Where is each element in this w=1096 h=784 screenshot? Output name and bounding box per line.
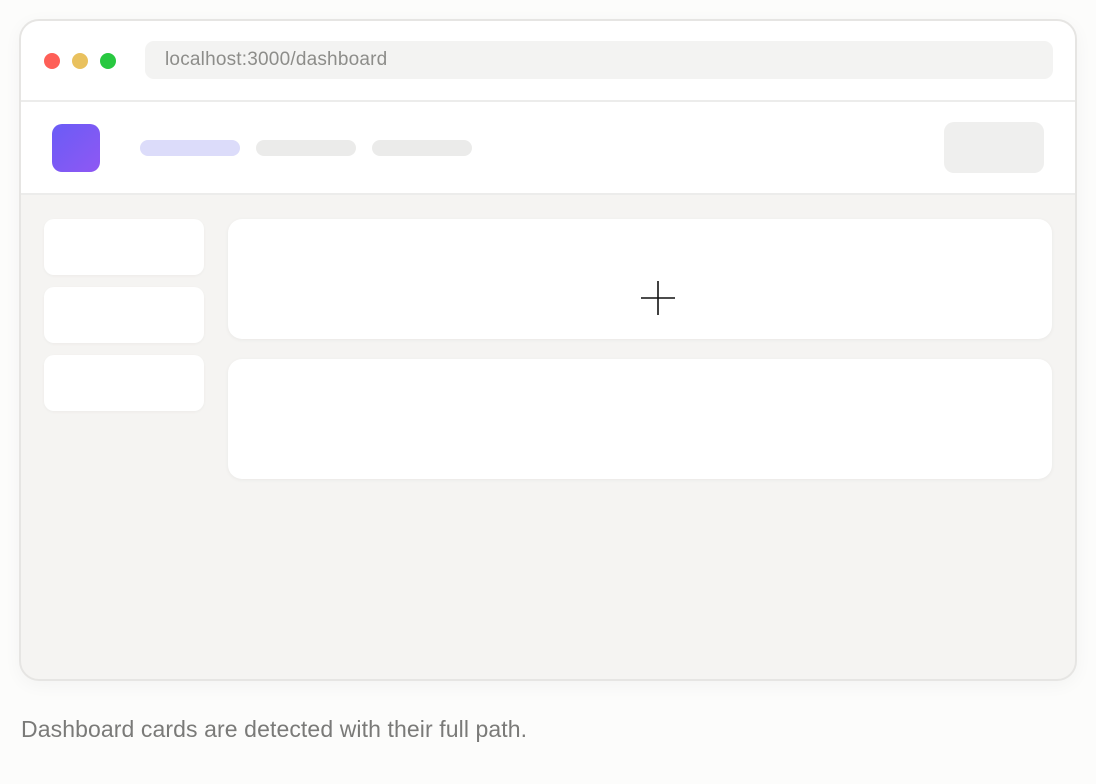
- zoom-button[interactable]: [100, 53, 116, 69]
- dashboard-card[interactable]: [228, 219, 1052, 339]
- crosshair-icon: [641, 281, 675, 315]
- app-logo[interactable]: [52, 124, 100, 172]
- dashboard-card[interactable]: [228, 359, 1052, 479]
- sidebar-card[interactable]: [44, 355, 204, 411]
- nav-item-active[interactable]: [140, 140, 240, 156]
- sidebar-card[interactable]: [44, 287, 204, 343]
- sidebar-card[interactable]: [44, 219, 204, 275]
- close-button[interactable]: [44, 53, 60, 69]
- caption: Dashboard cards are detected with their …: [21, 716, 528, 742]
- page: localhost:3000/dashboard Dashboard cards…: [0, 0, 1096, 784]
- nav-item[interactable]: [256, 140, 356, 156]
- address-bar[interactable]: localhost:3000/dashboard: [145, 41, 1053, 79]
- minimize-button[interactable]: [72, 53, 88, 69]
- browser-titlebar: localhost:3000/dashboard: [21, 21, 1075, 102]
- browser-window: localhost:3000/dashboard: [19, 19, 1077, 681]
- header-action-button[interactable]: [944, 122, 1044, 173]
- app-header: [21, 102, 1075, 195]
- nav-item[interactable]: [372, 140, 472, 156]
